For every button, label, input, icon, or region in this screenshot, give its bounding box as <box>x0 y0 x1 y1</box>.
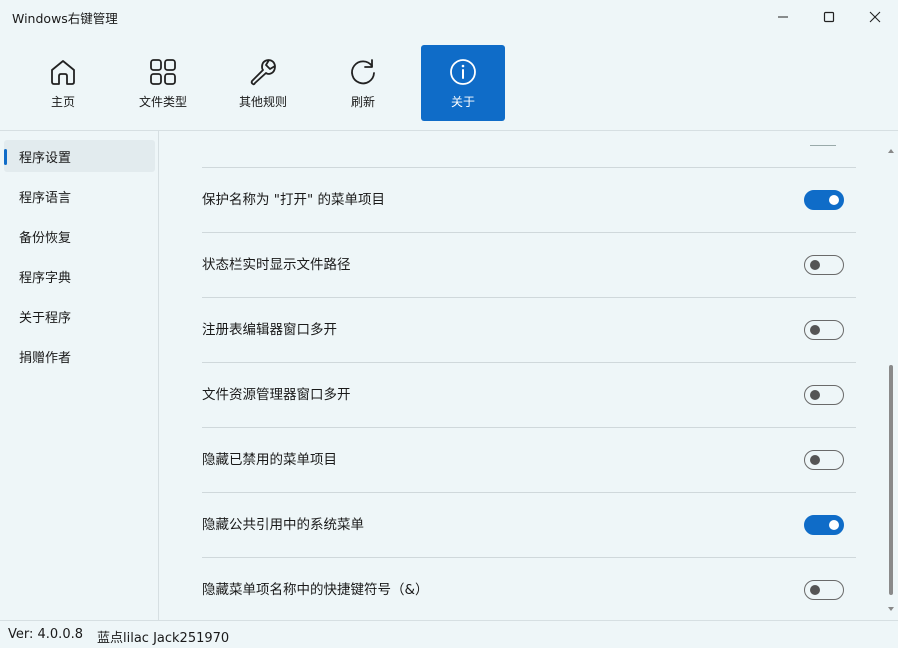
sidebar-item-about[interactable]: 关于程序 <box>4 300 155 332</box>
setting-label: 隐藏公共引用中的系统菜单 <box>202 517 364 533</box>
toggle-switch[interactable] <box>804 515 844 535</box>
grid-icon <box>150 59 176 85</box>
info-icon <box>450 59 476 85</box>
close-button[interactable] <box>852 0 898 34</box>
sidebar-item-label: 捐赠作者 <box>19 350 72 366</box>
setting-row: 注册表编辑器窗口多开 <box>202 297 856 362</box>
setting-row: 文件资源管理器窗口多开 <box>202 362 856 427</box>
toolbar-home-button[interactable]: 主页 <box>21 45 105 121</box>
minimize-button[interactable] <box>760 0 806 34</box>
minimize-icon <box>778 16 788 18</box>
toggle-knob <box>810 390 820 400</box>
sidebar-item-backup[interactable]: 备份恢复 <box>4 220 155 252</box>
toggle-switch[interactable] <box>804 385 844 405</box>
toggle-switch[interactable] <box>804 190 844 210</box>
scrollbar-thumb[interactable] <box>889 365 893 595</box>
scroll-down-arrow-icon[interactable] <box>887 605 895 613</box>
toggle-switch[interactable] <box>804 450 844 470</box>
title-bar: Windows右键管理 <box>0 0 898 34</box>
toggle-knob <box>810 455 820 465</box>
sidebar-item-label: 程序字典 <box>19 270 72 286</box>
refresh-icon <box>351 59 375 85</box>
toolbar-otherrules-button[interactable]: 其他规则 <box>221 45 305 121</box>
maximize-icon <box>823 11 835 23</box>
toggle-knob <box>810 325 820 335</box>
setting-label: 隐藏菜单项名称中的快捷键符号（&） <box>202 582 429 598</box>
toggle-switch[interactable] <box>804 580 844 600</box>
toolbar-filetypes-label: 文件类型 <box>138 95 187 109</box>
settings-panel: 保护名称为 "打开" 的菜单项目 状态栏实时显示文件路径 注册表编辑器窗口多开 … <box>160 131 898 620</box>
window-title: Windows右键管理 <box>12 11 118 26</box>
toggle-knob <box>810 585 820 595</box>
sidebar-item-language[interactable]: 程序语言 <box>4 180 155 212</box>
toolbar-filetypes-button[interactable]: 文件类型 <box>121 45 205 121</box>
setting-label: 隐藏已禁用的菜单项目 <box>202 452 337 468</box>
toolbar-otherrules-label: 其他规则 <box>238 95 287 109</box>
setting-label: 文件资源管理器窗口多开 <box>202 387 351 403</box>
setting-row: 隐藏已禁用的菜单项目 <box>202 427 856 492</box>
sidebar: 程序设置 程序语言 备份恢复 程序字典 关于程序 捐赠作者 <box>0 131 159 620</box>
author-text: 蓝点lilac Jack251970 <box>97 631 230 646</box>
setting-row: 保护名称为 "打开" 的菜单项目 <box>202 167 856 232</box>
status-bar: Ver: 4.0.0.8 蓝点lilac Jack251970 <box>0 620 898 648</box>
toggle-switch[interactable] <box>804 255 844 275</box>
toggle-knob <box>829 195 839 205</box>
toolbar-home-label: 主页 <box>50 95 75 109</box>
close-icon <box>869 11 881 23</box>
setting-label: 状态栏实时显示文件路径 <box>202 257 351 273</box>
setting-row: 隐藏菜单项名称中的快捷键符号（&） <box>202 557 856 620</box>
sidebar-item-label: 程序语言 <box>19 190 72 206</box>
sidebar-item-label: 备份恢复 <box>19 230 72 246</box>
toggle-knob <box>829 520 839 530</box>
toolbar-about-button[interactable]: 关于 <box>421 45 505 121</box>
wrench-icon <box>250 59 276 86</box>
main-toolbar: 主页 文件类型 其他规则 刷新 关于 <box>0 34 898 130</box>
setting-row: 状态栏实时显示文件路径 <box>202 232 856 297</box>
setting-label: 注册表编辑器窗口多开 <box>202 322 337 338</box>
sidebar-item-label: 程序设置 <box>19 150 72 166</box>
toolbar-refresh-label: 刷新 <box>350 95 375 109</box>
sidebar-item-settings[interactable]: 程序设置 <box>4 140 155 172</box>
setting-row: 隐藏公共引用中的系统菜单 <box>202 492 856 557</box>
sidebar-item-label: 关于程序 <box>19 310 72 326</box>
toolbar-refresh-button[interactable]: 刷新 <box>321 45 405 121</box>
version-text: Ver: 4.0.0.8 <box>8 627 83 642</box>
home-icon <box>51 60 75 85</box>
partial-control <box>810 145 836 146</box>
sidebar-item-dictionary[interactable]: 程序字典 <box>4 260 155 292</box>
toggle-knob <box>810 260 820 270</box>
toggle-switch[interactable] <box>804 320 844 340</box>
toolbar-about-label: 关于 <box>450 95 475 109</box>
active-indicator <box>4 149 7 165</box>
setting-label: 保护名称为 "打开" 的菜单项目 <box>202 192 386 208</box>
maximize-button[interactable] <box>806 0 852 34</box>
scroll-up-arrow-icon[interactable] <box>887 147 895 155</box>
sidebar-item-donate[interactable]: 捐赠作者 <box>4 340 155 372</box>
